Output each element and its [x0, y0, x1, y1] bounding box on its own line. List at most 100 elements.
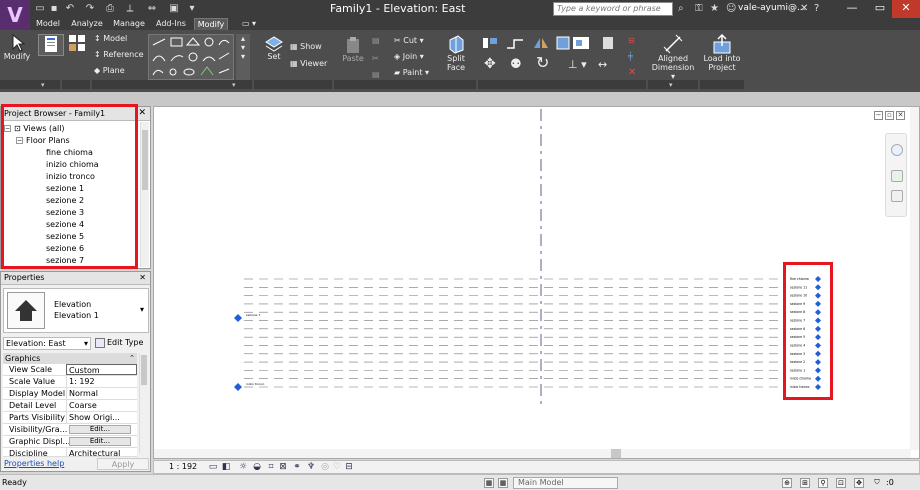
family-types-button[interactable] [66, 34, 88, 54]
copy-element-icon[interactable]: ⚉ [510, 58, 522, 71]
cut-geometry-button[interactable]: ✂ Cut ▾ [394, 36, 424, 45]
pin-icon[interactable] [602, 36, 614, 52]
cut-icon[interactable]: ✂ [372, 54, 379, 63]
drawing-canvas[interactable]: − ▫ ✕ fine chioma sezione 11 sezione 10 sezio… [153, 106, 920, 459]
set-workplane-button[interactable]: Set [262, 36, 286, 61]
collapse-icon[interactable]: ⌃ [129, 353, 135, 364]
mirror-icon[interactable] [532, 36, 550, 52]
tree-item-view[interactable]: fine chioma [46, 147, 93, 159]
close-icon[interactable]: ✕ [138, 107, 146, 120]
left-level-marker[interactable]: inizio tronco [234, 382, 264, 391]
chevron-down-icon[interactable]: ▾ [140, 305, 144, 314]
binoculars-icon[interactable]: ⌕ [678, 3, 684, 14]
canvas-vertical-scrollbar[interactable] [910, 107, 919, 450]
parts-visibility-field[interactable]: Show Origi... [66, 412, 137, 423]
display-model-field[interactable]: Normal [66, 388, 137, 399]
detail-level-field[interactable]: Coarse [66, 400, 137, 411]
save-icon[interactable]: ▪ [48, 3, 60, 14]
delete-icon[interactable]: ✕ [628, 68, 636, 78]
split-icon[interactable] [572, 36, 590, 52]
modify-button[interactable]: Modify [2, 34, 32, 61]
level-tag[interactable]: sezione 8 [790, 309, 821, 316]
switch-windows-icon[interactable]: ▣ [168, 3, 180, 14]
tab-modify[interactable]: Modify [194, 18, 228, 30]
level-tag[interactable]: sezione 5 [790, 334, 821, 341]
dimension-icon[interactable]: ⇔ [146, 3, 158, 14]
graphic-display-edit-button[interactable]: Edit... [69, 437, 131, 446]
copy-icon[interactable]: ▤ [372, 36, 380, 45]
align-icon[interactable] [482, 36, 498, 52]
measure-panel-expander[interactable]: ▾ [669, 81, 673, 89]
visual-style-icon[interactable]: ◧ [221, 462, 231, 472]
tree-node-floor-plans[interactable]: − Floor Plans [16, 135, 70, 147]
level-tag[interactable]: sezione 3 [790, 350, 821, 357]
properties-button[interactable] [38, 34, 64, 56]
scrollbar-thumb[interactable] [611, 449, 621, 458]
tab-add-ins[interactable]: Add-Ins [154, 18, 188, 30]
contextual-tab-toggle[interactable]: ▭ ▾ [234, 18, 264, 30]
design-options-icon[interactable]: ▦ [498, 478, 508, 488]
array-icon[interactable]: ⊥ ▾ [568, 59, 587, 70]
constraints-icon[interactable]: ⊟ [344, 462, 354, 472]
level-tag[interactable]: sezione 7 [790, 317, 821, 324]
temporary-hide-icon[interactable]: ⚭ [292, 462, 302, 472]
redo-icon[interactable]: ↷ [84, 3, 96, 14]
print-icon[interactable]: ⎙ [104, 3, 116, 14]
sun-path-icon[interactable]: ☼ [238, 462, 248, 472]
aligned-dimension-button[interactable]: Aligned Dimension ▾ [650, 34, 696, 81]
help-icon[interactable]: ? [814, 3, 819, 14]
scale-icon[interactable]: ↔ [598, 59, 607, 70]
level-tag[interactable]: inizio chioma [790, 375, 821, 382]
subscription-icon[interactable]: ⚿ [695, 3, 703, 14]
level-tag[interactable]: fine chioma [790, 276, 821, 282]
discipline-field[interactable]: Architectural [66, 448, 137, 456]
unpin-icon[interactable]: ⊟ [628, 36, 635, 45]
close-icon[interactable]: ✕ [139, 272, 146, 284]
level-tag[interactable]: sezione 2 [790, 359, 821, 366]
project-browser-scrollbar[interactable] [140, 122, 149, 267]
search-input[interactable]: Type a keyword or phrase [553, 2, 673, 16]
match-type-icon[interactable]: ▤ [372, 70, 380, 79]
trim-icon[interactable]: ╪ [628, 52, 633, 61]
level-tag[interactable]: inizio tronco [790, 384, 821, 390]
view-scale-field[interactable]: Custom [66, 364, 137, 375]
tab-model[interactable]: Model [34, 18, 62, 30]
drag-elements-icon[interactable]: ✥ [854, 478, 864, 488]
type-selector[interactable]: Elevation Elevation 1 ▾ [3, 288, 149, 333]
tree-node-views[interactable]: − ⊡ Views (all) [4, 123, 65, 135]
user-icon[interactable]: ☺ [726, 3, 736, 14]
level-tag[interactable]: sezione 10 [790, 292, 821, 299]
worksharing-icon[interactable]: ◎ [320, 462, 330, 472]
analysis-icon[interactable]: ♡ [332, 462, 342, 472]
tree-item-view[interactable]: sezione 6 [46, 243, 84, 255]
level-tag[interactable]: sezione 4 [790, 342, 821, 349]
select-links-icon[interactable]: ⊕ [782, 478, 792, 488]
scale-value-field[interactable]: 1: 192 [66, 376, 137, 387]
draw-panel-expander[interactable]: ▾ [232, 81, 236, 89]
tree-item-view[interactable]: sezione 2 [46, 195, 84, 207]
collapse-icon[interactable]: − [4, 125, 11, 132]
properties-panel-expander[interactable]: ▾ [41, 81, 45, 89]
tree-item-view[interactable]: sezione 4 [46, 219, 84, 231]
collapse-icon[interactable]: − [16, 137, 23, 144]
minimize-button[interactable]: — [838, 0, 866, 18]
paste-button[interactable]: Paste [340, 36, 366, 63]
reveal-hidden-icon[interactable]: ♆ [306, 462, 316, 472]
exchange-icon[interactable]: ✕ [800, 3, 808, 14]
tab-manage[interactable]: Manage [112, 18, 146, 30]
join-button[interactable]: ◈ Join ▾ [394, 52, 424, 61]
canvas-horizontal-scrollbar[interactable] [154, 449, 911, 458]
instance-selector[interactable]: Elevation: East ▾ [3, 337, 91, 350]
show-crop-icon[interactable]: ⊠ [278, 462, 288, 472]
main-model-select[interactable]: Main Model [513, 477, 618, 489]
level-tag[interactable]: sezione 9 [790, 300, 821, 307]
viewer-button[interactable]: ▦ Viewer [290, 59, 327, 68]
scrollbar-thumb[interactable] [141, 355, 147, 385]
chevron-down-icon[interactable]: ▾ [84, 338, 88, 349]
load-into-project-button[interactable]: Load into Project [702, 34, 742, 72]
customize-qat-icon[interactable]: ▾ [186, 3, 198, 14]
draw-gallery[interactable] [148, 34, 234, 80]
property-group-graphics[interactable]: Graphics ⌃ [3, 353, 137, 364]
measure-icon[interactable]: ⟂ [124, 3, 136, 14]
reference-line-button[interactable]: ↕ Reference [94, 50, 144, 59]
